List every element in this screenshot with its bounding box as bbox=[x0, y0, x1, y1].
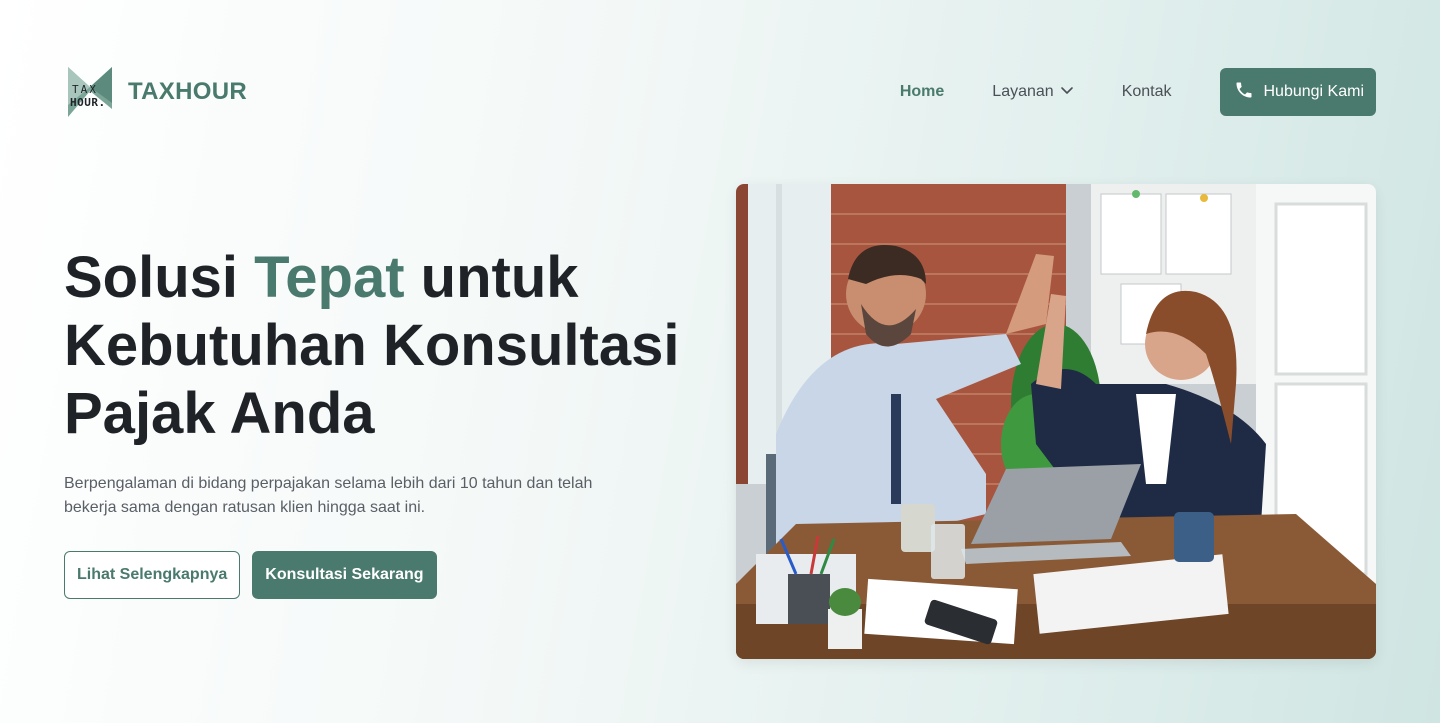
nav-item-layanan[interactable]: Layanan bbox=[992, 83, 1073, 102]
hero-title-part1: Solusi bbox=[64, 245, 255, 310]
brand[interactable]: TAX HOUR. TAXHOUR bbox=[64, 65, 247, 119]
contact-us-label: Hubungi Kami bbox=[1263, 83, 1365, 100]
nav-item-label: Home bbox=[899, 83, 945, 100]
site-header: TAX HOUR. TAXHOUR Home Layanan Kontak Hu… bbox=[64, 64, 1376, 120]
hero-title: Solusi Tepat untuk Kebutuhan Konsultasi … bbox=[64, 244, 684, 448]
consult-now-button[interactable]: Konsultasi Sekarang bbox=[252, 551, 437, 599]
contact-us-button[interactable]: Hubungi Kami bbox=[1219, 68, 1376, 116]
chevron-down-icon bbox=[1060, 83, 1074, 102]
nav-item-label: Layanan bbox=[992, 83, 1054, 100]
see-more-button[interactable]: Lihat Selengkapnya bbox=[64, 551, 241, 599]
logo-text-hour: HOUR. bbox=[70, 96, 106, 109]
logo-text-tax: TAX bbox=[72, 83, 98, 96]
hero-title-accent: Tepat bbox=[254, 245, 405, 310]
hero-photo bbox=[736, 184, 1376, 659]
main-nav: Home Layanan Kontak Hubungi Kami bbox=[900, 68, 1376, 116]
brand-name: TAXHOUR bbox=[128, 78, 247, 105]
hero-description: Berpengalaman di bidang perpajakan selam… bbox=[64, 475, 593, 516]
hero-actions: Lihat Selengkapnya Konsultasi Sekarang bbox=[64, 551, 437, 599]
business-team-high-five-photo bbox=[736, 184, 1376, 659]
nav-item-kontak[interactable]: Kontak bbox=[1122, 83, 1172, 101]
logo-icon: TAX HOUR. bbox=[64, 65, 116, 119]
phone-icon bbox=[1234, 80, 1254, 105]
nav-item-home[interactable]: Home bbox=[900, 83, 944, 101]
nav-item-label: Kontak bbox=[1121, 83, 1172, 100]
